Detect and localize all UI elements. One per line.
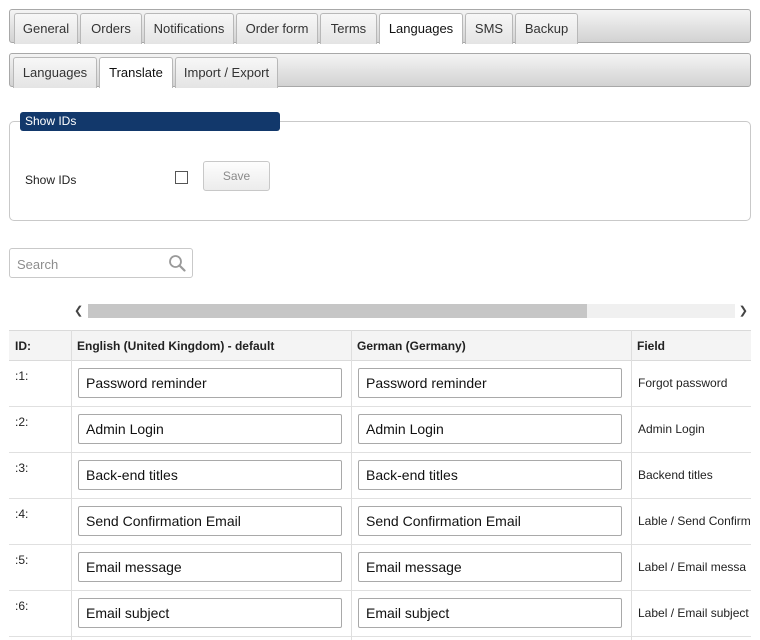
- column-header-english: English (United Kingdom) - default: [77, 339, 275, 353]
- column-divider: [351, 330, 352, 640]
- scroll-right-icon[interactable]: ❯: [736, 303, 748, 319]
- field-label: Admin Login: [638, 422, 705, 436]
- german-translation-input[interactable]: [358, 368, 622, 398]
- translation-table: ID: English (United Kingdom) - default G…: [9, 330, 751, 640]
- row-id: :6:: [15, 599, 29, 613]
- search-placeholder: Search: [17, 257, 59, 272]
- column-header-german: German (Germany): [357, 339, 466, 353]
- row-id: :3:: [15, 461, 29, 475]
- row-id: :2:: [15, 415, 29, 429]
- field-label: Label / Email messa: [638, 560, 747, 574]
- main-tab-bar: General Orders Notifications Order form …: [9, 9, 751, 44]
- search-icon[interactable]: [168, 254, 186, 272]
- tab-sms[interactable]: SMS: [465, 13, 513, 44]
- english-translation-input[interactable]: [78, 414, 342, 444]
- tab-general[interactable]: General: [14, 13, 78, 44]
- row-id: :4:: [15, 507, 29, 521]
- sub-tab-bar: Languages Translate Import / Export: [9, 53, 751, 88]
- english-translation-input[interactable]: [78, 368, 342, 398]
- german-translation-input[interactable]: [358, 460, 622, 490]
- table-row: :1: Forgot password: [9, 361, 751, 407]
- column-header-field: Field: [637, 339, 666, 353]
- tab-order-form[interactable]: Order form: [236, 13, 318, 44]
- english-translation-input[interactable]: [78, 460, 342, 490]
- column-divider: [631, 330, 632, 640]
- subtab-import-export[interactable]: Import / Export: [175, 57, 278, 88]
- row-id: :1:: [15, 369, 29, 383]
- search-input[interactable]: Search: [9, 248, 193, 278]
- column-divider: [71, 330, 72, 640]
- field-label: Label / Email subject: [638, 606, 749, 620]
- field-label: Backend titles: [638, 468, 713, 482]
- scroll-left-icon[interactable]: ❮: [74, 303, 86, 319]
- field-label: Lable / Send Confirm: [638, 514, 751, 528]
- german-translation-input[interactable]: [358, 506, 622, 536]
- show-ids-checkbox[interactable]: [175, 171, 188, 184]
- tab-orders[interactable]: Orders: [80, 13, 142, 44]
- german-translation-input[interactable]: [358, 598, 622, 628]
- english-translation-input[interactable]: [78, 598, 342, 628]
- subtab-languages[interactable]: Languages: [13, 57, 97, 88]
- table-row: :2: Admin Login: [9, 407, 751, 453]
- tab-backup[interactable]: Backup: [515, 13, 578, 44]
- table-row: :5: Label / Email messa: [9, 545, 751, 591]
- table-row: :3: Backend titles: [9, 453, 751, 499]
- tab-notifications[interactable]: Notifications: [144, 13, 234, 44]
- german-translation-input[interactable]: [358, 414, 622, 444]
- field-label: Forgot password: [638, 376, 728, 390]
- scrollbar-thumb[interactable]: [88, 304, 587, 318]
- english-translation-input[interactable]: [78, 506, 342, 536]
- table-row: :6: Label / Email subject: [9, 591, 751, 637]
- show-ids-panel: [9, 121, 751, 221]
- row-id: :5:: [15, 553, 29, 567]
- save-button[interactable]: Save: [203, 161, 270, 191]
- column-header-id: ID:: [15, 339, 31, 353]
- show-ids-legend: Show IDs: [20, 112, 280, 131]
- tab-terms[interactable]: Terms: [320, 13, 377, 44]
- table-header: ID: English (United Kingdom) - default G…: [9, 330, 751, 361]
- tab-languages[interactable]: Languages: [379, 13, 463, 44]
- subtab-translate[interactable]: Translate: [99, 57, 173, 88]
- german-translation-input[interactable]: [358, 552, 622, 582]
- show-ids-label: Show IDs: [25, 173, 77, 187]
- horizontal-scrollbar[interactable]: ❮ ❯: [71, 303, 751, 319]
- english-translation-input[interactable]: [78, 552, 342, 582]
- table-row: :4: Lable / Send Confirm: [9, 499, 751, 545]
